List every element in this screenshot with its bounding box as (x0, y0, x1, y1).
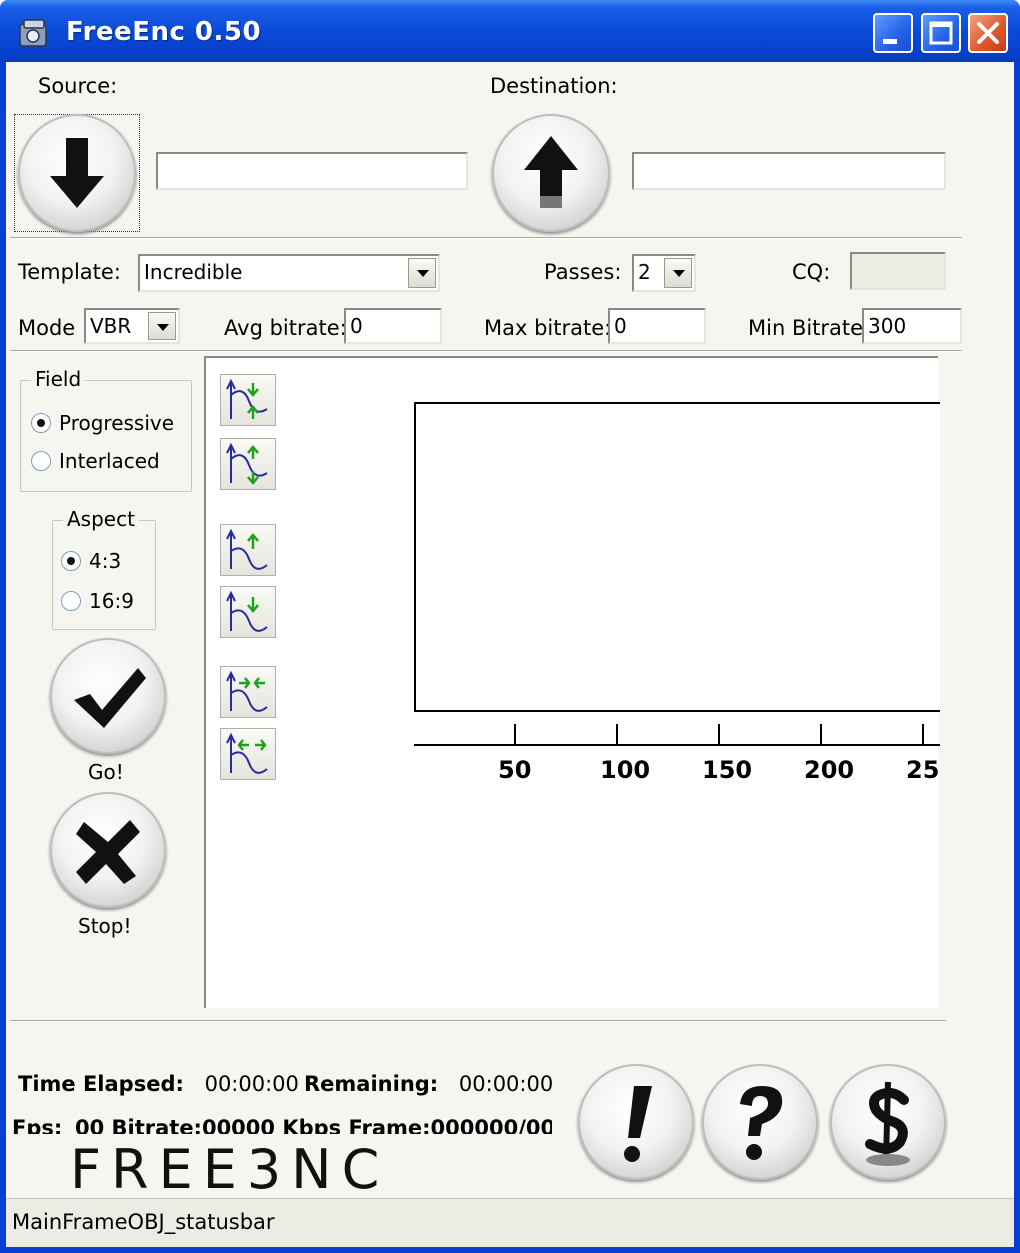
field-progressive-radio[interactable]: Progressive (31, 411, 174, 435)
destination-input[interactable] (632, 152, 946, 190)
passes-value: 2 (638, 260, 651, 284)
min-bitrate-input[interactable]: 300 (862, 308, 962, 344)
remaining-value: 00:00:00 (458, 1072, 554, 1096)
time-elapsed-row: Time Elapsed: 00:00:00 (18, 1072, 299, 1096)
fps-label: Fps: (12, 1116, 63, 1134)
source-browse-button[interactable] (18, 114, 136, 232)
chevron-down-icon[interactable] (148, 312, 176, 340)
arrow-down-icon (50, 138, 104, 208)
passes-label: Passes: (544, 260, 622, 284)
divider (10, 350, 962, 352)
freeenc-logo: FREE3NC (70, 1142, 389, 1194)
field-progressive-label: Progressive (59, 411, 175, 435)
window-title: FreeEnc 0.50 (66, 17, 262, 47)
app-icon (19, 19, 47, 47)
status-bar-text: MainFrameOBJ_statusbar (12, 1210, 275, 1234)
aspect-group: Aspect 4:3 16:9 (52, 507, 156, 630)
radio-checked-icon (31, 413, 51, 433)
source-label: Source: (38, 74, 118, 98)
logo-text: FREE3NC (70, 1142, 389, 1194)
about-button[interactable] (578, 1064, 694, 1180)
x-axis-tick-label: 150 (702, 756, 753, 784)
destination-browse-button[interactable] (492, 114, 610, 232)
arrow-up-icon (524, 136, 578, 208)
source-input[interactable] (156, 152, 468, 190)
question-mark-icon (740, 1086, 783, 1160)
min-bitrate-label: Min Bitrate: (748, 316, 871, 340)
aspect-legend: Aspect (63, 507, 139, 531)
client-area: Source: Destination: Template: Incredibl… (6, 62, 1014, 1247)
graph-panel: 50 100 150 200 25 (204, 356, 940, 1008)
donate-button[interactable] (830, 1064, 946, 1180)
x-axis-tick-mark (514, 724, 516, 744)
template-value: Incredible (144, 260, 243, 284)
title-bar[interactable]: FreeEnc 0.50 (0, 0, 1020, 62)
go-label: Go! (88, 760, 124, 784)
minimize-button[interactable] (873, 13, 913, 53)
go-button[interactable] (50, 638, 166, 754)
exclamation-icon (624, 1086, 652, 1162)
avg-bitrate-label: Avg bitrate: (224, 316, 347, 340)
x-axis-tick-mark (820, 724, 822, 744)
x-axis-tick-mark (718, 724, 720, 744)
aspect-4-3-radio[interactable]: 4:3 (61, 549, 121, 573)
x-axis-tick-mark (922, 724, 924, 744)
maximize-button[interactable] (921, 13, 961, 53)
field-legend: Field (31, 367, 86, 391)
remaining-label: Remaining: (304, 1072, 439, 1096)
x-axis-tick-label: 200 (804, 756, 855, 784)
cq-label: CQ: (792, 260, 831, 284)
mode-value: VBR (90, 314, 132, 338)
radio-checked-icon (61, 551, 81, 571)
aspect-16-9-radio[interactable]: 16:9 (61, 589, 134, 613)
x-axis-ticks: 50 100 150 200 25 (206, 358, 940, 818)
remaining-row: Remaining: 00:00:00 (304, 1072, 553, 1096)
chevron-down-icon[interactable] (408, 258, 436, 288)
dollar-icon (865, 1081, 910, 1166)
maximize-icon (929, 21, 953, 45)
template-label: Template: (18, 260, 121, 284)
time-elapsed-value: 00:00:00 (204, 1072, 299, 1096)
chevron-down-icon[interactable] (664, 258, 692, 288)
app-window: FreeEnc 0.50 Source: Destination: Templa… (0, 0, 1020, 1253)
status-bar: MainFrameOBJ_statusbar (6, 1198, 1014, 1247)
field-interlaced-radio[interactable]: Interlaced (31, 449, 160, 473)
x-axis-tick-label: 25 (906, 756, 940, 784)
x-axis-tick-label: 100 (600, 756, 651, 784)
x-axis-tick-mark (616, 724, 618, 744)
max-bitrate-input[interactable]: 0 (608, 308, 706, 344)
cq-input[interactable] (850, 252, 946, 290)
divider (10, 237, 962, 239)
mode-label: Mode (18, 316, 76, 340)
radio-unchecked-icon (61, 591, 81, 611)
fps-details: 00 Bitrate:00000 Kbps Frame:000000/00099… (74, 1116, 552, 1134)
aspect-16-9-label: 16:9 (89, 589, 134, 613)
stop-label: Stop! (78, 914, 132, 938)
time-elapsed-label: Time Elapsed: (18, 1072, 184, 1096)
max-bitrate-label: Max bitrate: (484, 316, 612, 340)
field-group: Field Progressive Interlaced (20, 367, 192, 492)
template-select[interactable]: Incredible (138, 254, 440, 292)
avg-bitrate-input[interactable]: 0 (344, 308, 442, 344)
stop-button[interactable] (50, 792, 166, 908)
passes-select[interactable]: 2 (632, 254, 696, 292)
minimize-icon (883, 39, 897, 44)
divider (10, 1020, 946, 1022)
field-interlaced-label: Interlaced (59, 449, 160, 473)
close-button[interactable] (968, 13, 1008, 53)
radio-unchecked-icon (31, 451, 51, 471)
aspect-4-3-label: 4:3 (89, 549, 122, 573)
x-axis-tick-label: 50 (498, 756, 532, 784)
destination-label: Destination: (490, 74, 618, 98)
checkmark-icon (74, 668, 146, 728)
x-icon (76, 820, 140, 884)
close-icon (977, 22, 999, 44)
fps-row: Fps: 00 Bitrate:00000 Kbps Frame:000000/… (12, 1116, 552, 1134)
mode-select[interactable]: VBR (84, 308, 180, 344)
help-button[interactable] (702, 1064, 818, 1180)
